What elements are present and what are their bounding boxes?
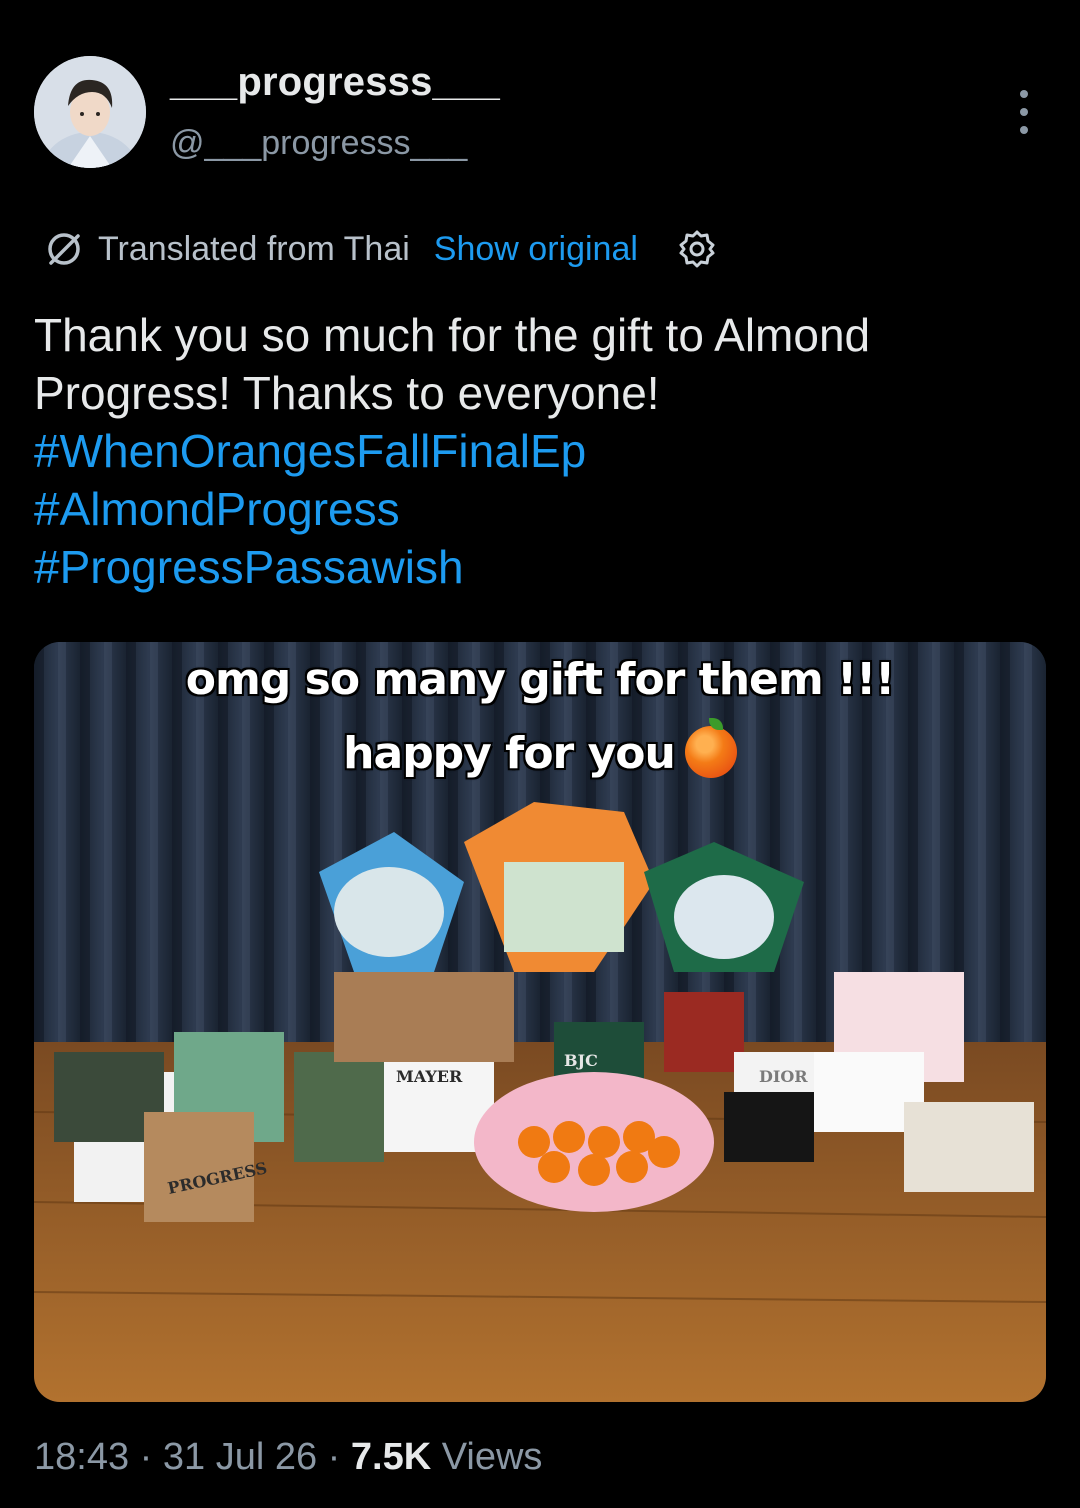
translated-label: Translated from Thai [98,229,410,268]
translation-bar: Translated from Thai Show original [44,222,718,276]
meta-separator: · [139,1436,153,1478]
bag-label: MAYER [396,1067,463,1086]
more-dot [1020,126,1028,134]
bag-label: BJC [564,1051,598,1070]
more-options-button[interactable] [1008,90,1040,134]
tweet-date[interactable]: 31 Jul 26 [163,1436,317,1478]
views-count: 7.5K [350,1436,432,1478]
hashtag-link[interactable]: #AlmondProgress [34,480,1044,538]
display-name[interactable]: ___progresss___ [170,60,500,105]
avatar[interactable] [34,56,146,168]
orange-emoji-icon [684,718,737,778]
photo-caption-line-2: happy for you [34,718,1046,779]
more-vertical-icon [1020,90,1028,98]
photo-caption-line: omg so many gift for them !!! [185,654,896,705]
more-dot [1020,108,1028,116]
tweet-text: Thank you so much for the gift to Almond… [34,306,1044,596]
views-label: Views [441,1436,543,1478]
tweet-text-line: Progress! Thanks to everyone! [34,367,660,419]
hashtag-link[interactable]: #WhenOrangesFallFinalEp [34,422,1044,480]
tweet-text-line: Thank you so much for the gift to Almond [34,309,871,361]
bag-label: DIOR [759,1067,808,1086]
tweet-media-photo[interactable]: PROGRESS MAYER BJC DIOR omg so many gift… [34,642,1046,1402]
gear-icon[interactable] [676,228,718,270]
translate-icon [48,233,80,265]
photo-caption-text: happy for you [343,728,676,779]
hashtag-link[interactable]: #ProgressPassawish [34,538,1044,596]
tweet-time[interactable]: 18:43 [34,1436,129,1478]
show-original-link[interactable]: Show original [434,230,638,269]
user-handle[interactable]: @___progresss___ [170,124,467,163]
meta-separator: · [327,1436,341,1478]
tweet-meta: 18:43 · 31 Jul 26 · 7.5K Views [34,1436,542,1479]
